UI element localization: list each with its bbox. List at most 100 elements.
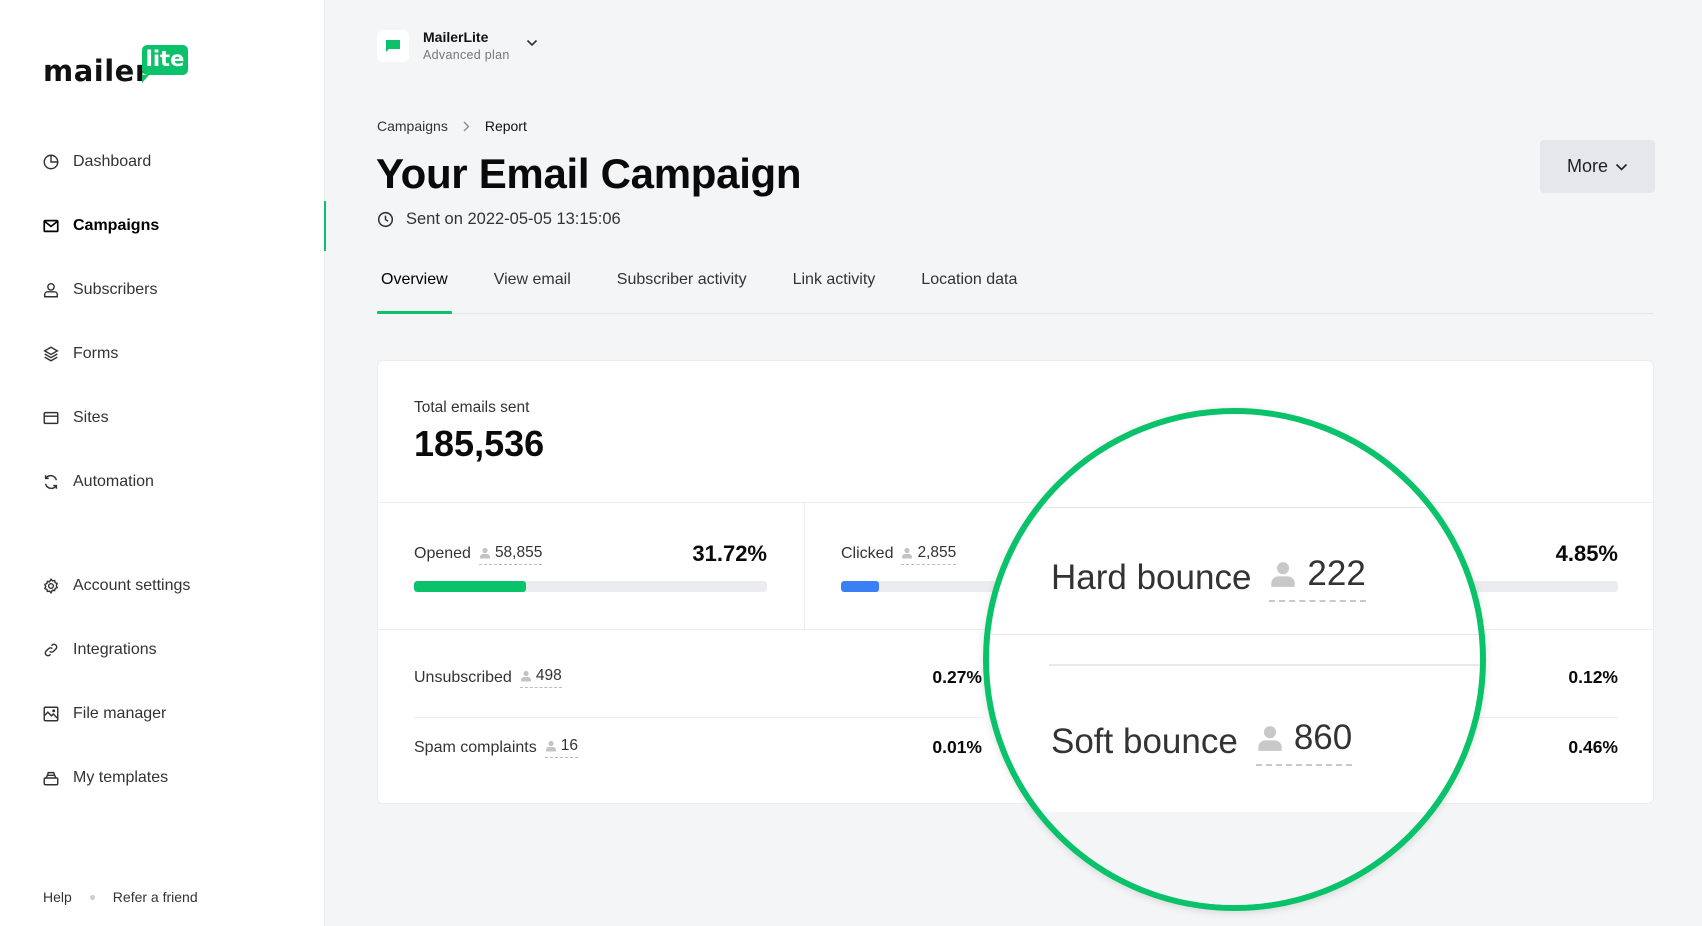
opened-count-link[interactable]: 58,855 [478, 543, 543, 565]
soft-bounce-count: 860 [1293, 718, 1353, 757]
tab-link-activity[interactable]: Link activity [789, 262, 880, 313]
report-tabs: Overview View email Subscriber activity … [377, 262, 1654, 314]
sidebar-item-my-templates[interactable]: My templates [0, 758, 325, 798]
refresh-icon [42, 473, 60, 491]
divider [414, 717, 982, 718]
clicked-percent: 4.85% [1555, 541, 1618, 566]
sent-on-text: Sent on 2022-05-05 13:15:06 [406, 210, 621, 228]
separator-dot [89, 894, 95, 900]
tab-location-data[interactable]: Location data [917, 262, 1021, 313]
person-icon [545, 740, 556, 752]
sidebar-item-forms[interactable]: Forms [0, 334, 325, 374]
tab-view-email[interactable]: View email [490, 262, 575, 313]
sidebar-item-subscribers[interactable]: Subscribers [0, 270, 325, 310]
unsubscribed-count-link[interactable]: 498 [519, 667, 562, 688]
user-icon [42, 281, 60, 299]
unsubscribed-percent: 0.27% [932, 667, 982, 687]
sidebar-item-sites[interactable]: Sites [0, 398, 325, 438]
workspace-icon [377, 29, 409, 62]
sent-on: Sent on 2022-05-05 13:15:06 [377, 210, 621, 229]
breadcrumb: Campaigns Report [377, 118, 527, 134]
refer-a-friend-link[interactable]: Refer a friend [113, 889, 198, 905]
sidebar-item-label: Dashboard [73, 153, 152, 170]
sidebar-item-file-manager[interactable]: File manager [0, 694, 325, 734]
gear-icon [42, 577, 60, 595]
workspace-plan: Advanced plan [423, 48, 510, 62]
person-icon [902, 547, 913, 558]
divider [989, 507, 1480, 508]
hard-bounce-count: 222 [1307, 554, 1366, 593]
opened-count: 58,855 [494, 543, 543, 561]
metric-opened: Opened 58,855 31.72% [414, 541, 767, 592]
breadcrumb-campaigns[interactable]: Campaigns [377, 118, 448, 134]
hard-bounce-magnified: Hard bounce 222 [1051, 554, 1366, 602]
soft-bounce-count-link[interactable]: 860 [1255, 718, 1353, 766]
chevron-down-icon [1615, 163, 1628, 171]
magnifier-callout: Hard bounce 222 Soft bounce 860 [983, 408, 1486, 911]
person-icon [1271, 562, 1296, 587]
page-title: Your Email Campaign [376, 150, 802, 197]
row-unsubscribed: Unsubscribed 498 0.27% [414, 667, 982, 688]
sidebar-item-label: Sites [73, 409, 109, 426]
more-button[interactable]: More [1540, 140, 1655, 193]
soft-bounce-magnified: Soft bounce 860 [1051, 718, 1353, 766]
sidebar-item-label: Campaigns [73, 217, 160, 234]
sidebar-item-label: My templates [73, 769, 169, 786]
tab-subscriber-activity[interactable]: Subscriber activity [613, 262, 751, 313]
sidebar-item-label: File manager [73, 705, 167, 722]
sidebar-item-label: Integrations [73, 641, 157, 658]
sidebar-item-dashboard[interactable]: Dashboard [0, 142, 325, 182]
spam-count-link[interactable]: 16 [544, 737, 578, 758]
soft-bounce-percent: 0.46% [1568, 737, 1618, 757]
workspace-name: MailerLite [423, 29, 489, 45]
sidebar-item-label: Subscribers [73, 281, 158, 298]
unsubscribed-count: 498 [535, 667, 562, 684]
help-link[interactable]: Help [43, 889, 72, 905]
browser-window-icon [42, 409, 60, 427]
spam-count: 16 [560, 737, 578, 754]
mailerlite-logo[interactable]: mailer lite [43, 44, 203, 88]
sidebar-item-label: Forms [73, 345, 119, 362]
clicked-label: Clicked [841, 545, 894, 562]
spam-label: Spam complaints [414, 738, 537, 756]
workspace-switcher[interactable]: MailerLite Advanced plan [377, 29, 538, 62]
tab-overview[interactable]: Overview [377, 262, 452, 314]
hard-bounce-percent: 0.12% [1568, 667, 1618, 687]
clicked-count-link[interactable]: 2,855 [901, 544, 957, 565]
hard-bounce-label: Hard bounce [1051, 558, 1252, 597]
stack-icon [42, 769, 60, 787]
hard-bounce-count-link[interactable]: 222 [1269, 554, 1366, 602]
page-background [989, 812, 1480, 905]
opened-percent: 31.72% [692, 541, 767, 566]
link-icon [42, 641, 60, 659]
chevron-down-icon [526, 34, 538, 52]
person-icon [520, 670, 531, 682]
row-spam-complaints: Spam complaints 16 0.01% [414, 737, 982, 758]
person-icon [1258, 726, 1282, 751]
person-icon [479, 547, 490, 558]
logo-word: mailer [43, 54, 150, 88]
divider [378, 502, 1653, 503]
clock-icon [377, 211, 394, 228]
unsubscribed-label: Unsubscribed [414, 668, 512, 686]
sidebar: mailer lite Dashboard Campaigns Subscrib… [0, 0, 326, 926]
envelope-icon [42, 217, 60, 235]
total-value: 185,536 [414, 423, 545, 464]
opened-label: Opened [414, 545, 471, 562]
breadcrumb-report: Report [484, 118, 527, 134]
spam-percent: 0.01% [932, 737, 982, 757]
sidebar-item-automation[interactable]: Automation [0, 462, 325, 502]
opened-progress-fill [414, 581, 526, 592]
opened-progress-bar [414, 581, 767, 592]
soft-bounce-label: Soft bounce [1051, 722, 1238, 761]
sidebar-item-account-settings[interactable]: Account settings [0, 566, 325, 606]
sidebar-item-integrations[interactable]: Integrations [0, 630, 325, 670]
sidebar-item-label: Account settings [73, 577, 191, 594]
sidebar-item-campaigns[interactable]: Campaigns [0, 201, 326, 251]
total-label: Total emails sent [414, 399, 530, 416]
chevron-right-icon [463, 121, 470, 132]
total-emails-sent: Total emails sent 185,536 [414, 399, 544, 465]
logo-badge: lite [142, 45, 188, 83]
divider [1049, 664, 1480, 666]
divider [989, 634, 1480, 635]
